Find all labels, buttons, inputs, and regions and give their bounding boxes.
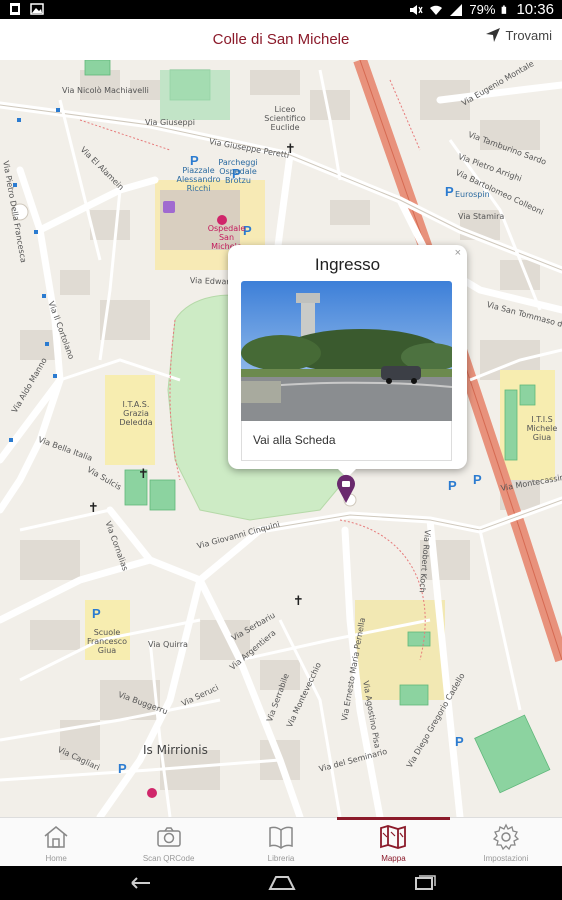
svg-text:P: P <box>445 184 454 199</box>
svg-text:P: P <box>455 734 464 749</box>
battery-icon <box>502 5 507 14</box>
home-icon <box>44 826 68 848</box>
nav-library[interactable]: Libreria <box>225 818 337 867</box>
nav-scan-qrcode[interactable]: Scan QRCode <box>112 818 224 867</box>
page-title: Colle di San Michele <box>212 31 350 48</box>
navigation-arrow-icon <box>485 28 500 42</box>
nav-label: Mappa <box>381 854 406 863</box>
nav-label: Impostazioni <box>483 854 529 863</box>
entrance-photo <box>241 281 452 421</box>
map-street-label: Via Stamira <box>458 212 505 221</box>
map-street-label: Via Giuseppi <box>145 118 195 127</box>
battery-percent: 79% <box>469 2 496 17</box>
wifi-icon <box>430 5 443 15</box>
mute-icon <box>410 4 424 15</box>
clock: 10:36 <box>516 1 554 18</box>
svg-text:P: P <box>118 761 127 776</box>
map-street-label: Via Quirra <box>148 640 188 649</box>
open-detail-link[interactable]: Vai alla Scheda <box>241 421 452 461</box>
locate-me-button[interactable]: Trovami <box>485 27 552 43</box>
nav-label: Home <box>45 854 67 863</box>
locate-me-label: Trovami <box>505 27 552 43</box>
app-header: Colle di San Michele Trovami <box>0 19 562 61</box>
map-popup: × Ingresso Vai alla Scheda <box>228 245 467 478</box>
camera-icon <box>156 827 181 847</box>
system-navigation-bar <box>0 866 562 900</box>
book-icon <box>269 826 293 849</box>
nav-settings[interactable]: Impostazioni <box>450 818 562 867</box>
supermarket-label: Eurospin <box>455 190 490 199</box>
school-label: Scuole Francesco Giua <box>86 628 128 655</box>
nav-label: Scan QRCode <box>142 854 195 863</box>
svg-text:P: P <box>92 606 101 621</box>
nav-map[interactable]: Mappa <box>337 817 451 867</box>
nav-label: Libreria <box>267 854 295 863</box>
map-street-label: Via Nicolò Machiavelli <box>62 86 149 95</box>
parking-label: Parcheggi Ospedale Brotzu <box>218 158 258 185</box>
school-label: I.T.A.S. Grazia Deledda <box>119 400 153 427</box>
map-view[interactable]: PPP PPP PPP ✝ ✝ ✝ ✝ Via Nicolò Machiavelli … <box>0 60 562 817</box>
gear-icon <box>492 823 519 851</box>
status-bar: 79% 10:36 <box>0 0 562 19</box>
svg-text:✝: ✝ <box>293 593 304 608</box>
back-icon[interactable] <box>126 875 154 891</box>
parking-label: Piazzale Alessandro Ricchi <box>176 166 221 193</box>
image-icon <box>30 3 44 15</box>
nav-home[interactable]: Home <box>0 818 112 867</box>
popup-photo[interactable] <box>241 281 452 421</box>
map-pin-icon <box>337 474 355 503</box>
svg-text:P: P <box>448 478 457 493</box>
svg-text:P: P <box>473 472 482 487</box>
school-label: I.T.I.S Michele Giua <box>526 415 558 442</box>
popup-title: Ingresso <box>314 255 381 274</box>
signal-icon <box>450 3 463 16</box>
svg-text:✝: ✝ <box>88 500 99 515</box>
bottom-navigation: Home Scan QRCode Libreria Mappa Impostaz… <box>0 817 562 867</box>
school-label: Liceo Scientifico Euclide <box>264 105 306 132</box>
district-label: Is Mirrionis <box>143 743 208 757</box>
home-button-icon[interactable] <box>268 875 296 891</box>
recent-apps-icon[interactable] <box>410 875 438 891</box>
svg-text:✝: ✝ <box>138 466 149 481</box>
sim-card-icon <box>10 3 20 15</box>
map-icon <box>380 825 407 849</box>
